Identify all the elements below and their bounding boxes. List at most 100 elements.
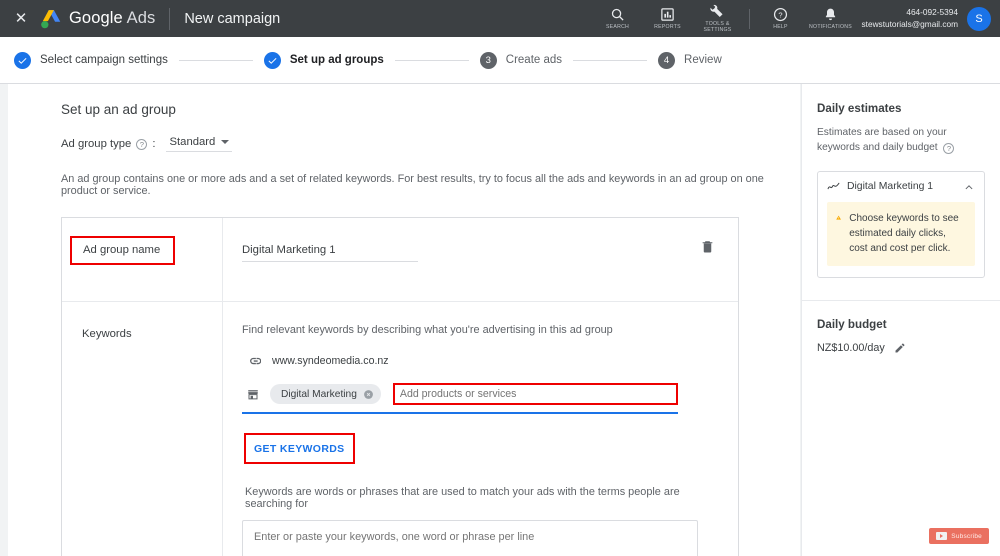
ad-group-name-input[interactable] [242,244,418,262]
step-4-number: 4 [658,51,676,69]
trash-icon [702,241,713,253]
ad-group-card: Ad group name Keywords [61,217,739,556]
youtube-play-icon [936,532,948,540]
step-connector-3 [573,59,648,61]
get-keywords-wrap: GET KEYWORDS [242,433,722,464]
pencil-icon [895,343,905,353]
help-icon: ? [773,7,788,21]
keywords-textarea[interactable] [242,520,698,556]
help-label: HELP [773,23,788,30]
section-description: An ad group contains one or more ads and… [61,173,764,197]
subscribe-label: Subscribe [951,532,982,540]
keywords-body: Find relevant keywords by describing wha… [223,302,738,556]
daily-estimates-title: Daily estimates [817,102,902,115]
step-select-campaign-settings[interactable]: Select campaign settings [14,51,168,69]
close-icon[interactable]: ✕ [4,11,38,26]
notifications-label: NOTIFICATIONS [809,23,852,30]
ad-group-type-select[interactable]: Standard [166,136,233,152]
step-4-label: Review [684,54,722,66]
estimate-group-name: Digital Marketing 1 [847,181,934,193]
account-id: 464-092-5394 [906,7,958,18]
svg-text:?: ? [778,10,782,19]
collapse-chevron-up-icon[interactable] [963,181,975,193]
step-create-ads[interactable]: 3 Create ads [479,51,563,69]
keywords-label: Keywords [82,328,132,340]
trend-line-icon [827,182,840,190]
ad-group-name-row: Ad group name [62,218,738,301]
get-keywords-button[interactable]: GET KEYWORDS [254,443,345,455]
step-connector-1 [178,59,253,61]
section-heading: Set up an ad group [61,102,176,117]
main-content-pane: Set up an ad group Ad group type ? : Sta… [8,84,800,556]
keywords-row: Keywords Find relevant keywords by descr… [62,301,738,556]
notifications-icon [825,8,836,20]
step-review[interactable]: 4 Review [658,51,722,69]
ad-group-type-row: Ad group type ? : Standard [61,136,800,152]
avatar[interactable]: S [967,6,991,31]
account-email: stewstutorials@gmail.com [861,18,959,29]
ads-logo-icon [41,9,61,28]
reports-label: REPORTS [654,23,681,30]
help-circle-icon[interactable]: ? [136,138,148,150]
step-connector-2 [394,59,469,61]
link-icon [250,357,261,365]
keywords-label-cell: Keywords [62,302,223,556]
notifications-button[interactable]: NOTIFICATIONS [806,0,856,37]
step-3-label: Create ads [505,54,563,66]
product-chip[interactable]: Digital Marketing [270,384,381,404]
tools-settings-button[interactable]: TOOLS & SETTINGS [693,0,743,37]
get-keywords-highlight: GET KEYWORDS [244,433,355,464]
header-divider [169,7,171,30]
website-url-row[interactable]: www.syndeomedia.co.nz [242,355,722,367]
daily-estimates-subtitle: Estimates are based on your keywords and… [817,126,985,156]
ad-group-type-colon: : [152,138,156,150]
subscribe-overlay-button[interactable]: Subscribe [929,528,989,544]
ad-group-type-value: Standard [169,136,216,148]
logo-ads-text: Ads [126,9,156,27]
chevron-down-icon [221,140,230,144]
storefront-icon [248,389,258,399]
edit-budget-button[interactable] [894,342,906,354]
estimate-group-header[interactable]: Digital Marketing 1 [827,181,975,193]
ad-group-name-label: Ad group name [70,236,176,265]
keywords-hint: Find relevant keywords by describing wha… [242,324,613,336]
reports-button[interactable]: REPORTS [643,0,693,37]
tools-settings-icon [710,4,723,17]
page-body: Set up an ad group Ad group type ? : Sta… [0,84,1000,556]
website-url: www.syndeomedia.co.nz [272,355,389,367]
step-3-number: 3 [479,51,497,69]
delete-ad-group-button[interactable] [700,238,715,260]
reports-icon [661,8,674,21]
daily-budget-section: Daily budget NZ$10.00/day [802,301,1000,354]
products-input-highlight [392,383,678,405]
daily-budget-value-row: NZ$10.00/day [817,342,985,354]
daily-estimates-subtitle-text: Estimates are based on your keywords and… [817,127,947,153]
google-ads-logo[interactable]: Google Ads [40,9,155,29]
step-2-label: Set up ad groups [289,54,384,66]
help-button[interactable]: ? HELP [756,0,806,37]
step-set-up-ad-groups[interactable]: Set up ad groups [263,51,384,69]
tools-settings-label: TOOLS & SETTINGS [703,20,732,34]
search-button[interactable]: SEARCH [593,0,643,37]
ad-group-name-body [223,218,738,301]
step-1-check-icon [14,51,31,69]
estimate-warning: Choose keywords to see estimated daily c… [827,201,975,266]
products-services-field: Digital Marketing [242,378,678,414]
logo-google-text: Google [69,9,123,27]
daily-estimates-sidebar: Daily estimates Estimates are based on y… [801,84,1000,556]
keywords-note: Keywords are words or phrases that are u… [245,486,680,510]
ad-group-type-label: Ad group type [61,138,132,150]
campaign-stepper: Select campaign settings Set up ad group… [0,37,1000,84]
account-info[interactable]: 464-092-5394 stewstutorials@gmail.com [862,7,959,29]
remove-chip-icon[interactable] [363,389,374,400]
page-title: New campaign [184,10,281,27]
estimate-group-card: Digital Marketing 1 Choose keywords to s… [817,170,985,278]
actions-divider [748,8,750,29]
daily-budget-amount: NZ$10.00/day [817,341,885,354]
warning-icon [836,215,842,220]
step-2-check-icon [263,51,281,69]
products-services-input[interactable] [399,388,671,400]
search-label: SEARCH [605,23,630,30]
estimates-help-icon[interactable]: ? [943,142,955,154]
top-bar-actions: SEARCH REPORTS TOOLS & SETTINGS ? HELP N… [593,0,1000,37]
